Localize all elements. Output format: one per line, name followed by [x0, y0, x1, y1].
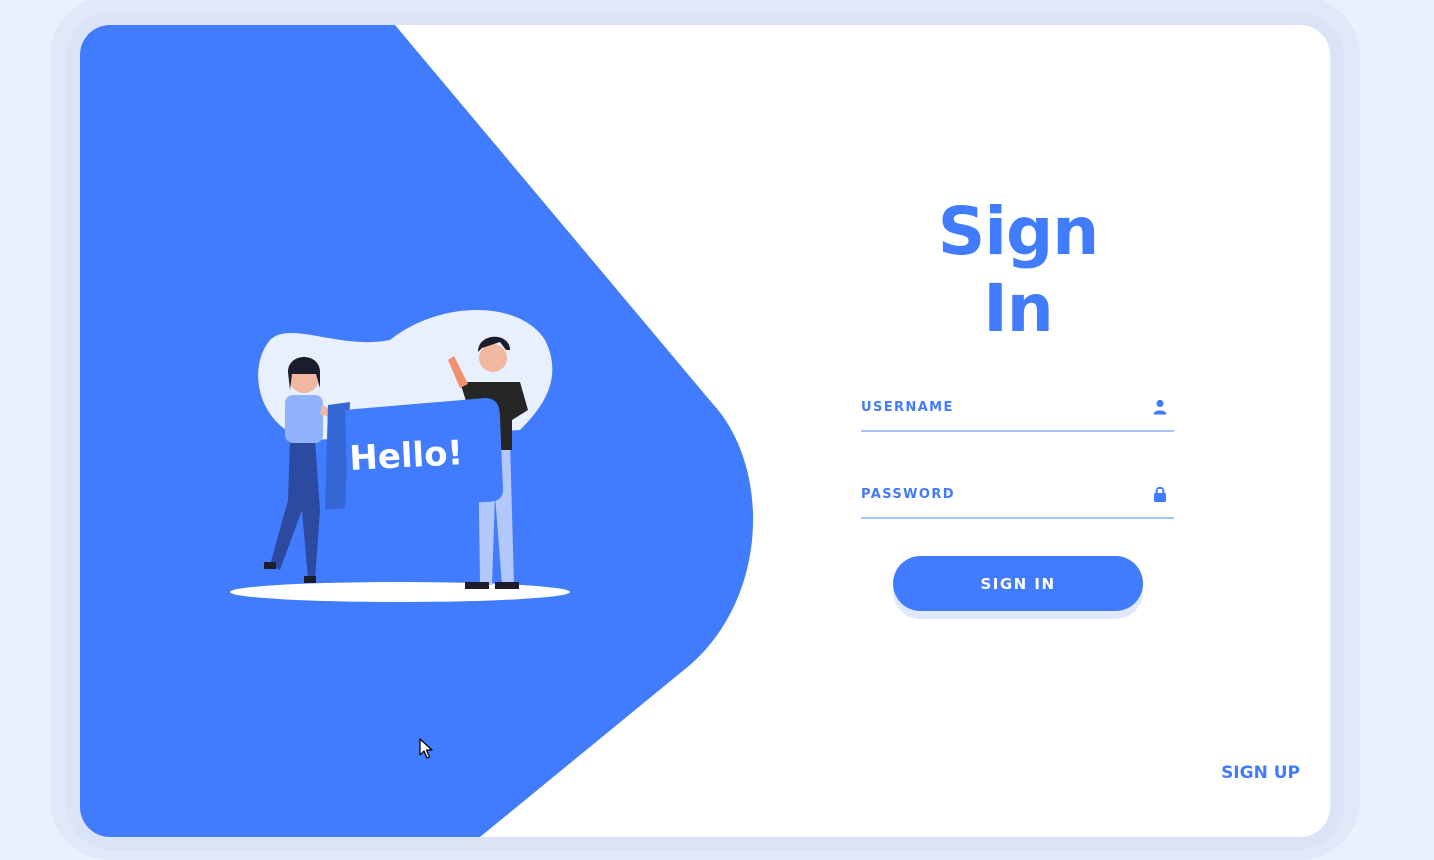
hello-illustration: Hello!: [230, 310, 570, 602]
password-field: [861, 477, 1174, 519]
username-input[interactable]: [861, 392, 1131, 422]
lock-icon: [1154, 486, 1166, 502]
password-input[interactable]: [861, 479, 1131, 509]
mouse-cursor-icon: [419, 738, 433, 759]
banner-text: Hello!: [348, 433, 464, 479]
login-card: Hello! Sign In SIGN IN SIGN UP: [80, 25, 1330, 837]
page-title: Sign In: [937, 193, 1099, 347]
user-icon: [1153, 399, 1167, 415]
username-field: [861, 390, 1174, 432]
sign-in-button[interactable]: SIGN IN: [893, 556, 1143, 611]
sign-up-link[interactable]: SIGN UP: [1190, 763, 1300, 783]
